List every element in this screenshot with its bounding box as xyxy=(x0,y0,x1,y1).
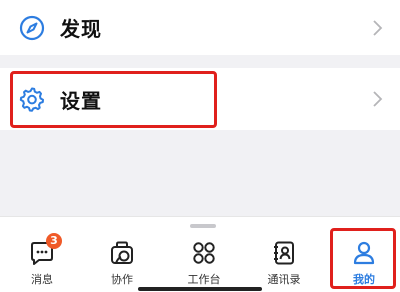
unread-badge: 3 xyxy=(46,233,62,249)
tab-contacts-label: 通讯录 xyxy=(267,273,301,286)
compass-icon xyxy=(18,14,46,42)
tab-collaboration[interactable]: 协作 xyxy=(82,238,162,288)
workbench-grid-icon xyxy=(189,238,219,268)
tab-workbench-label: 工作台 xyxy=(187,273,221,286)
chat-icon: 3 xyxy=(27,233,62,268)
drag-handle[interactable] xyxy=(190,224,216,228)
highlight-box-settings xyxy=(10,71,217,128)
tab-messages-label: 消息 xyxy=(31,273,53,286)
tab-collaboration-label: 协作 xyxy=(111,273,133,286)
tab-contacts[interactable]: 通讯录 xyxy=(244,238,324,288)
highlight-box-tab-me xyxy=(330,228,396,289)
home-indicator xyxy=(138,287,262,291)
collaboration-icon xyxy=(107,238,137,268)
menu-item-discover[interactable]: 发现 xyxy=(0,0,400,55)
tab-messages[interactable]: 3 消息 xyxy=(2,233,82,288)
tab-workbench[interactable]: 工作台 xyxy=(164,238,244,288)
menu-item-discover-label: 发现 xyxy=(60,17,102,41)
contacts-icon xyxy=(269,238,299,268)
chevron-right-icon xyxy=(370,89,384,109)
chevron-right-icon xyxy=(370,18,384,38)
